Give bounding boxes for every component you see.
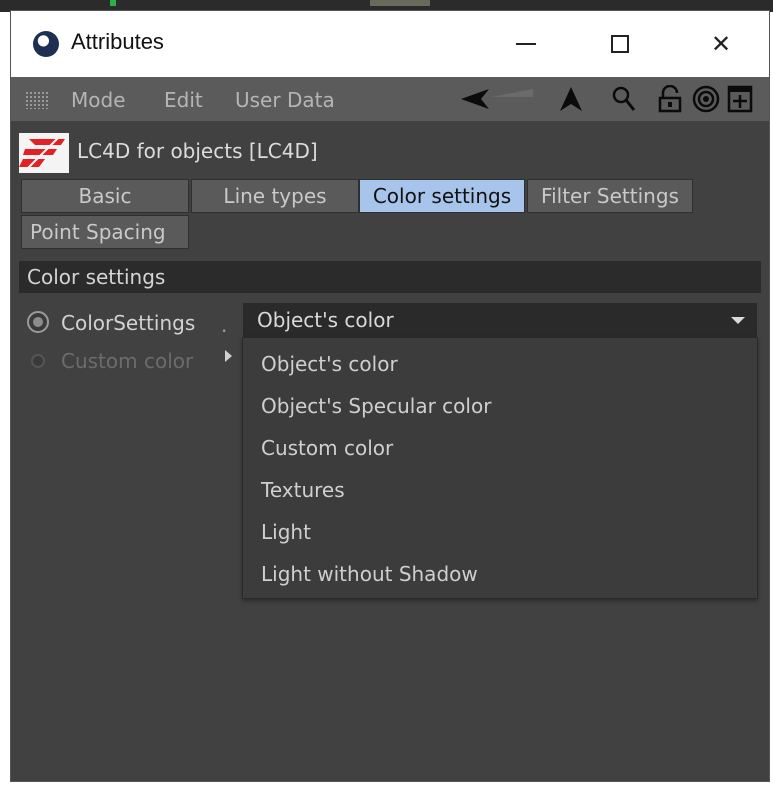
label-dots: . xyxy=(221,313,228,337)
minimize-icon xyxy=(516,43,536,45)
menu-mode[interactable]: Mode xyxy=(71,88,126,112)
maximize-icon xyxy=(611,35,629,53)
color-settings-dropdown[interactable]: Object's color xyxy=(243,303,757,337)
background-fragment xyxy=(110,0,116,6)
up-button[interactable] xyxy=(556,85,586,113)
color-settings-radio[interactable] xyxy=(27,311,49,333)
window-title: Attributes xyxy=(71,29,164,54)
option-custom-color[interactable]: Custom color xyxy=(261,436,393,460)
cinema4d-logo-icon xyxy=(33,31,59,57)
tab-filter-settings[interactable]: Filter Settings xyxy=(527,179,693,213)
option-textures[interactable]: Textures xyxy=(261,478,345,502)
object-header: LC4D for objects [LC4D] xyxy=(11,121,769,177)
arrow-up-icon xyxy=(560,87,582,111)
tab-basic[interactable]: Basic xyxy=(21,179,189,213)
target-button[interactable] xyxy=(691,85,721,113)
option-objects-specular-color[interactable]: Object's Specular color xyxy=(261,394,491,418)
grip-icon[interactable] xyxy=(25,91,49,109)
option-objects-color[interactable]: Object's color xyxy=(261,352,398,376)
lock-icon xyxy=(658,85,682,113)
dropdown-value: Object's color xyxy=(257,308,394,332)
target-icon xyxy=(692,85,720,113)
custom-color-radio[interactable] xyxy=(31,354,45,368)
search-icon xyxy=(612,86,636,111)
new-panel-icon xyxy=(727,85,753,113)
minimize-button[interactable] xyxy=(501,25,551,63)
arrow-left-icon xyxy=(461,89,533,109)
background-fragment xyxy=(370,0,430,6)
object-title: LC4D for objects [LC4D] xyxy=(77,139,318,163)
attributes-window: Attributes ✕ Mode Edit User Data LC4D fo… xyxy=(10,10,770,782)
option-light-without-shadow[interactable]: Light without Shadow xyxy=(261,562,478,586)
tab-line-types[interactable]: Line types xyxy=(191,179,359,213)
chevron-down-icon xyxy=(731,317,745,324)
close-icon: ✕ xyxy=(710,30,732,58)
menu-bar: Mode Edit User Data xyxy=(11,77,769,121)
custom-color-label: Custom color xyxy=(61,349,194,373)
lc4d-logo-icon xyxy=(19,133,69,173)
option-light[interactable]: Light xyxy=(261,520,311,544)
close-button[interactable]: ✕ xyxy=(696,25,746,63)
back-button[interactable] xyxy=(459,85,539,113)
expand-arrow-icon[interactable] xyxy=(225,350,232,362)
maximize-button[interactable] xyxy=(595,25,645,63)
tab-color-settings[interactable]: Color settings xyxy=(359,179,525,213)
menu-edit[interactable]: Edit xyxy=(164,88,203,112)
dropdown-list: Object's color Object's Specular color C… xyxy=(242,337,758,599)
new-panel-button[interactable] xyxy=(725,85,755,113)
menu-user-data[interactable]: User Data xyxy=(235,88,335,112)
search-button[interactable] xyxy=(609,85,639,113)
tab-point-spacing[interactable]: Point Spacing xyxy=(21,215,189,249)
color-settings-label: ColorSettings xyxy=(61,311,196,335)
lock-button[interactable] xyxy=(654,85,686,113)
title-bar: Attributes ✕ xyxy=(11,11,769,77)
section-header: Color settings xyxy=(19,261,761,293)
